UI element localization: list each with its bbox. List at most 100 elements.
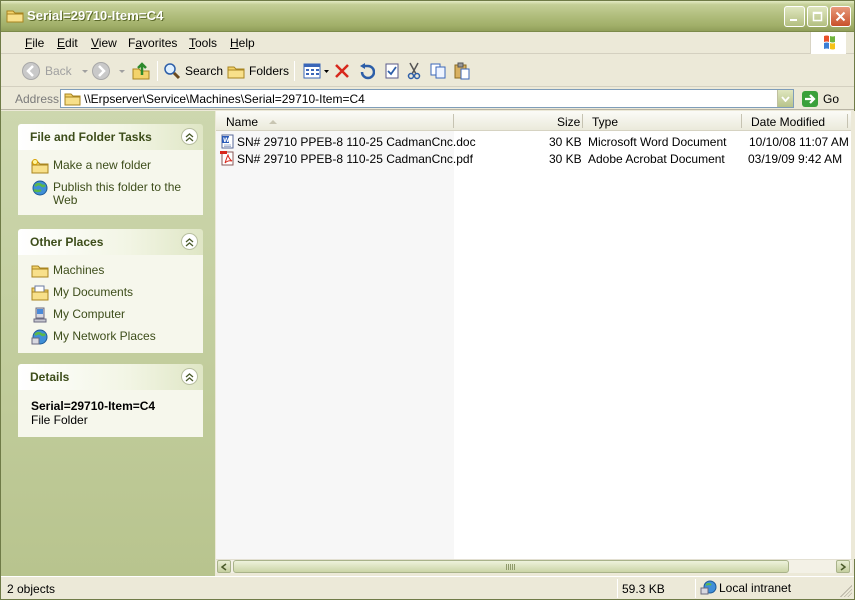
properties-button[interactable] [383, 59, 401, 83]
file-row[interactable]: W SN# 29710 PPEB-8 110-25 CadmanCnc.doc … [216, 133, 851, 150]
status-total-size: 59.3 KB [622, 582, 665, 596]
menu-view[interactable]: View [91, 36, 117, 50]
up-folder-icon [132, 62, 150, 80]
minimize-icon [790, 19, 797, 21]
my-documents-icon [31, 285, 49, 301]
go-arrow-icon [802, 90, 818, 107]
details-folder-type: File Folder [31, 413, 88, 427]
scroll-right-button[interactable] [836, 560, 850, 573]
other-places-panel: Other Places Machines My Documents My Co… [18, 229, 203, 353]
file-folder-tasks-panel: File and Folder Tasks Make a new folder … [18, 124, 203, 215]
folder-icon [31, 265, 49, 278]
column-name[interactable]: Name [226, 115, 279, 129]
delete-x-icon [335, 64, 349, 78]
publish-to-web-link[interactable]: Publish this folder to the Web [31, 180, 203, 207]
back-arrow-icon [22, 62, 40, 80]
menu-help[interactable]: Help [230, 36, 255, 50]
search-icon [164, 63, 181, 80]
horizontal-scrollbar[interactable] [216, 559, 852, 573]
menu-favorites[interactable]: Favorites [128, 36, 177, 50]
toolbar: Back Search Folders [1, 55, 854, 87]
scroll-left-button[interactable] [217, 560, 231, 573]
collapse-chevron-icon[interactable] [181, 128, 198, 145]
menu-edit[interactable]: Edit [57, 36, 78, 50]
window-title: Serial=29710-Item=C4 [27, 8, 164, 23]
sorted-column-highlight [216, 131, 454, 559]
views-icon [303, 63, 321, 79]
chevron-down-icon [81, 70, 88, 73]
folders-button[interactable]: Folders [227, 59, 289, 83]
paste-button[interactable] [453, 59, 471, 83]
status-bar: 2 objects 59.3 KB Local intranet [1, 576, 854, 599]
make-new-folder-link[interactable]: Make a new folder [31, 158, 203, 174]
explorer-window: Serial=29710-Item=C4 File Edit View Favo… [0, 0, 855, 600]
copy-icon [430, 63, 446, 79]
maximize-icon [812, 11, 823, 22]
scroll-thumb[interactable] [233, 560, 789, 573]
collapse-chevron-icon[interactable] [181, 233, 198, 250]
place-machines-link[interactable]: Machines [31, 263, 203, 279]
file-list[interactable]: Name Size Type Date Modified W SN# 29710… [216, 111, 851, 559]
my-computer-icon [33, 307, 47, 323]
panel-header[interactable]: File and Folder Tasks [18, 124, 203, 150]
file-row[interactable]: SN# 29710 PPEB-8 110-25 CadmanCnc.pdf 30… [216, 150, 851, 167]
go-button[interactable]: Go [801, 89, 839, 108]
address-input[interactable]: \\Erpserver\Service\Machines\Serial=2971… [60, 89, 794, 108]
properties-icon [385, 63, 399, 79]
back-button[interactable]: Back [21, 59, 90, 83]
close-icon [835, 11, 846, 22]
publish-globe-icon [32, 180, 48, 196]
scissors-icon [407, 62, 421, 80]
task-pane: File and Folder Tasks Make a new folder … [1, 111, 215, 576]
place-my-network-link[interactable]: My Network Places [31, 329, 203, 345]
status-zone: Local intranet [700, 580, 791, 596]
chevron-down-icon [324, 70, 329, 73]
column-type[interactable]: Type [592, 115, 618, 129]
column-date-modified[interactable]: Date Modified [751, 115, 825, 129]
delete-button[interactable] [333, 59, 351, 83]
network-places-icon [31, 329, 48, 345]
word-doc-icon: W [221, 134, 234, 149]
undo-button[interactable] [357, 59, 375, 83]
minimize-button[interactable] [784, 6, 805, 27]
undo-icon [360, 63, 375, 80]
windows-logo [810, 32, 846, 54]
chevron-down-icon [119, 70, 125, 73]
place-my-documents-link[interactable]: My Documents [31, 285, 203, 301]
svg-text:W: W [223, 137, 230, 144]
panel-header[interactable]: Other Places [18, 229, 203, 255]
copy-button[interactable] [429, 59, 447, 83]
panel-header[interactable]: Details [18, 364, 203, 390]
address-dropdown-button[interactable] [777, 90, 793, 107]
forward-button[interactable] [91, 59, 127, 83]
chevron-down-icon [781, 95, 790, 102]
sort-ascending-icon [269, 120, 278, 124]
maximize-button[interactable] [807, 6, 828, 27]
details-folder-name: Serial=29710-Item=C4 [31, 399, 156, 413]
views-button[interactable] [303, 59, 330, 83]
column-size[interactable]: Size [557, 115, 580, 129]
close-button[interactable] [830, 6, 851, 27]
paste-icon [454, 62, 470, 80]
chevron-left-icon [221, 562, 227, 571]
local-intranet-icon [700, 580, 717, 595]
address-bar: Address \\Erpserver\Service\Machines\Ser… [1, 88, 854, 110]
vertical-edge [851, 111, 855, 559]
menu-bar: File Edit View Favorites Tools Help [1, 32, 854, 54]
up-folder-button[interactable] [131, 59, 151, 83]
search-button[interactable]: Search [163, 59, 223, 83]
resize-grip[interactable] [840, 585, 852, 597]
chevron-right-icon [840, 562, 846, 571]
status-object-count: 2 objects [7, 582, 56, 596]
collapse-chevron-icon[interactable] [181, 368, 198, 385]
folder-icon [6, 10, 24, 23]
place-my-computer-link[interactable]: My Computer [31, 307, 203, 323]
folders-icon [227, 66, 245, 79]
address-path: \\Erpserver\Service\Machines\Serial=2971… [84, 92, 365, 106]
pdf-icon [220, 151, 234, 166]
cut-button[interactable] [406, 59, 422, 83]
column-header: Name Size Type Date Modified [216, 111, 851, 131]
menu-tools[interactable]: Tools [189, 36, 217, 50]
title-bar[interactable]: Serial=29710-Item=C4 [1, 1, 854, 32]
menu-file[interactable]: File [25, 36, 44, 50]
